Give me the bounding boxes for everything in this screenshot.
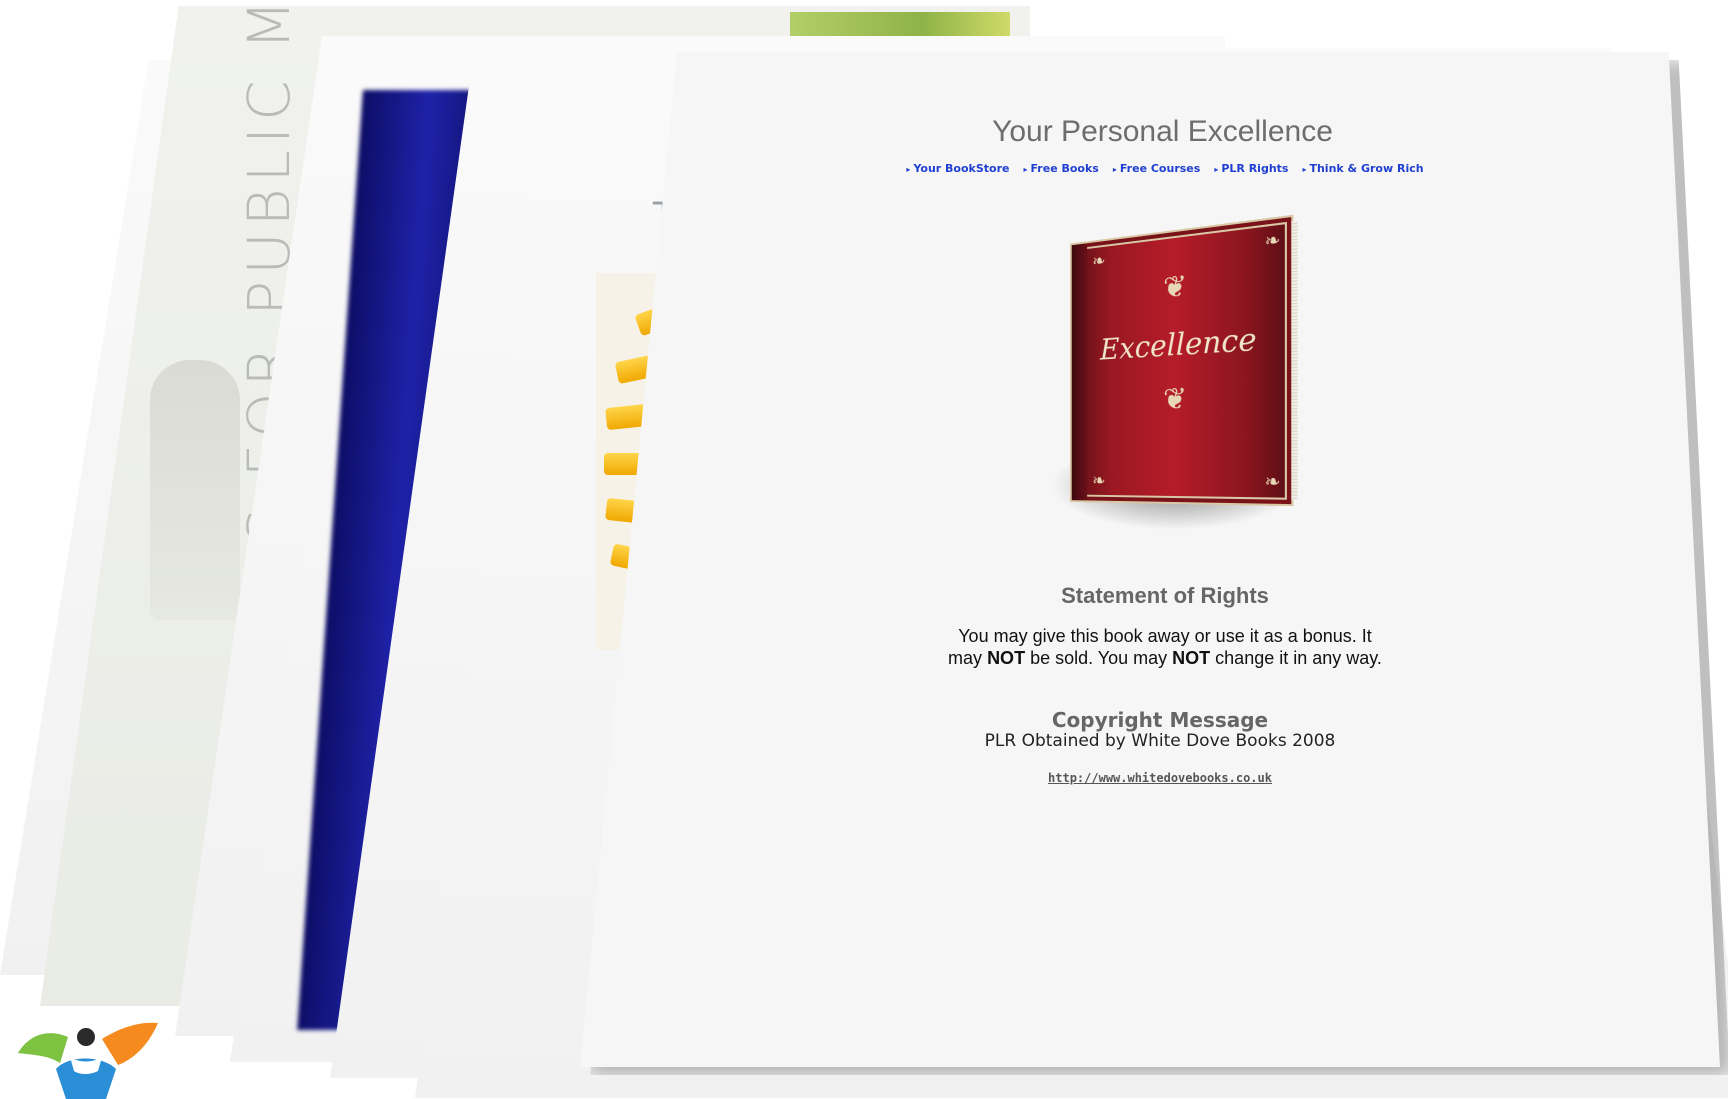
ornament-top-icon: ❦ [1163, 268, 1188, 307]
ebook-stack-collage: SOFT SKILLS FOR PUBLIC MANAGERS Tim Your… [0, 0, 1728, 1099]
nav-link-plr-rights[interactable]: ▸ PLR Rights [1214, 162, 1288, 175]
corner-ornament-icon: ❧ [1092, 250, 1106, 273]
rights-line-2: may NOT be sold. You may NOT change it i… [948, 648, 1382, 668]
nav-link-free-courses[interactable]: ▸ Free Courses [1113, 162, 1200, 175]
book-cover-title: Excellence [1100, 321, 1257, 368]
copyright-line: PLR Obtained by White Dove Books 2008 [984, 731, 1336, 751]
website-link[interactable]: http://www.whitedovebooks.co.uk [880, 771, 1440, 785]
corner-ornament-icon: ❧ [1092, 470, 1106, 492]
nav-link-bookstore[interactable]: ▸ Your BookStore [906, 162, 1009, 175]
faint-figure-image [150, 360, 240, 620]
rights-heading: Statement of Rights [1061, 583, 1269, 608]
corner-ornament-icon: ❧ [1264, 471, 1281, 494]
rights-line-1: You may give this book away or use it as… [958, 626, 1372, 646]
arrow-bullet-icon: ▸ [1214, 165, 1219, 174]
front-page [580, 52, 1720, 1067]
book-pages-edge [1291, 220, 1298, 500]
arrow-bullet-icon: ▸ [906, 165, 911, 174]
nav-link-think-grow-rich[interactable]: ▸ Think & Grow Rich [1302, 162, 1423, 175]
nav-link-free-books[interactable]: ▸ Free Books [1023, 162, 1098, 175]
rights-statement: You may give this book away or use it as… [875, 625, 1455, 669]
brand-logo-icon [18, 1022, 158, 1099]
page-title: Your Personal Excellence [992, 115, 1333, 148]
book-cover-image: ❦ Excellence ❦ ❧ ❧ ❧ ❧ [1050, 214, 1300, 550]
copyright-heading: Copyright Message [1051, 708, 1269, 732]
book-cover: ❦ Excellence ❦ ❧ ❧ ❧ ❧ [1070, 214, 1298, 507]
nav-links: ▸ Your BookStore ▸ Free Books ▸ Free Course… [880, 162, 1450, 175]
book-spine [1071, 243, 1088, 501]
arrow-bullet-icon: ▸ [1023, 165, 1028, 174]
arrow-bullet-icon: ▸ [1302, 165, 1307, 174]
arrow-bullet-icon: ▸ [1112, 165, 1117, 174]
corner-ornament-icon: ❧ [1264, 229, 1281, 254]
ornament-bottom-icon: ❦ [1163, 381, 1188, 418]
